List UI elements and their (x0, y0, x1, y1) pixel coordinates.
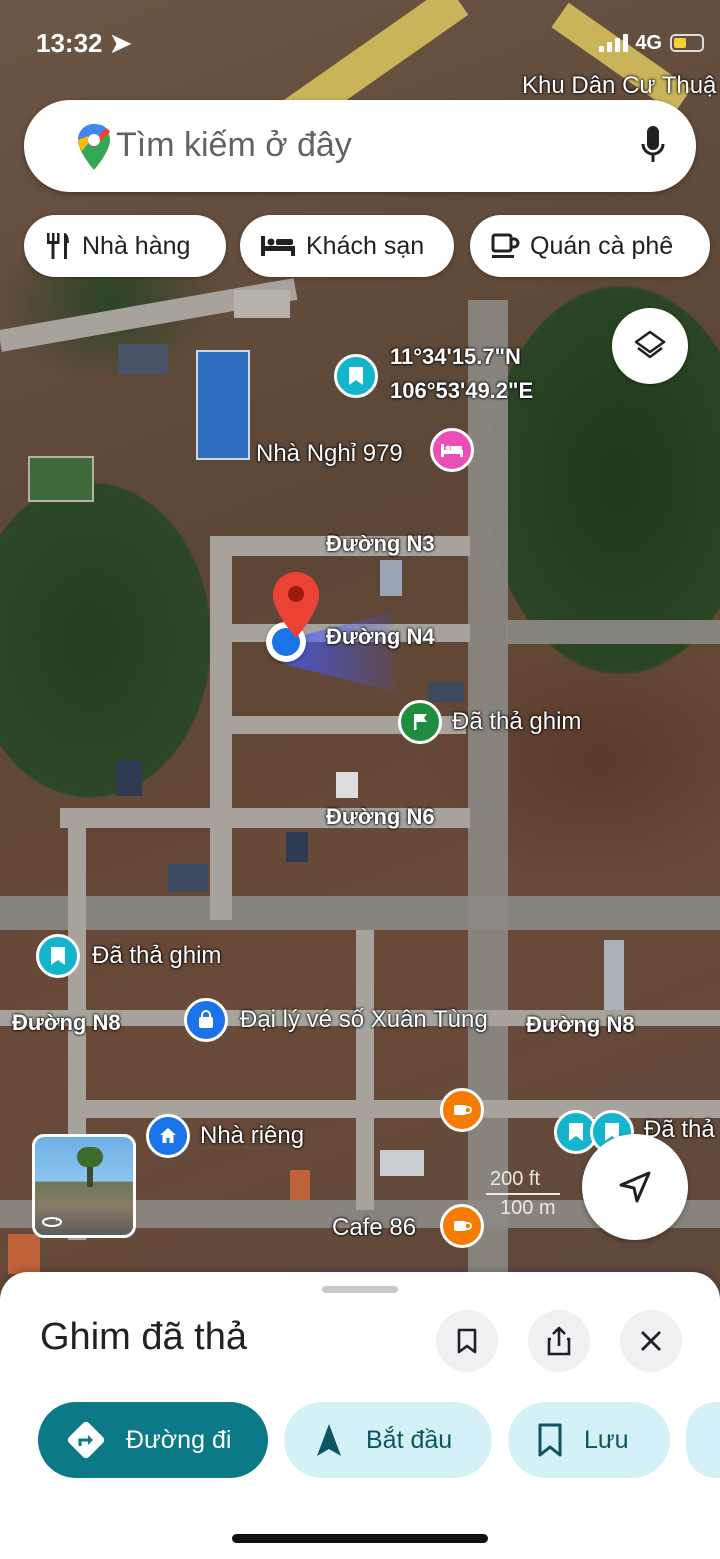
road (356, 930, 374, 1210)
dropped-pin-label[interactable]: Đã thả ghim (92, 942, 221, 970)
close-icon (641, 1331, 661, 1351)
directions-button[interactable]: Đường đi (38, 1402, 268, 1478)
road-label-n3: Đường N3 (326, 531, 435, 556)
status-time: 13:32 ➤ (36, 28, 132, 58)
saved-place-icon[interactable] (36, 934, 80, 978)
pool (196, 350, 250, 460)
chip-label: Nhà hàng (82, 231, 191, 260)
private-house-label[interactable]: Nhà riêng (200, 1122, 304, 1150)
chip-restaurants[interactable]: Nhà hàng (24, 215, 226, 277)
map-scale: 200 ft 100 m (486, 1168, 560, 1220)
building (380, 560, 402, 596)
road (0, 896, 720, 930)
layers-icon (634, 330, 666, 359)
coords-line2: 106°53'49.2"E (390, 378, 534, 403)
road-label-n8: Đường N8 (526, 1012, 635, 1037)
rotate-360-icon (41, 1209, 63, 1231)
building (336, 772, 358, 798)
navigation-arrow-icon (317, 1424, 341, 1456)
map-view[interactable]: 11°34'15.7"N 106°53'49.2"E Khu Dân Cư Th… (0, 0, 720, 1300)
start-label: Bắt đầu (366, 1425, 453, 1454)
building (604, 940, 624, 1010)
street-view-thumbnail[interactable] (32, 1134, 136, 1238)
scale-ft: 200 ft (486, 1168, 560, 1195)
save-button[interactable]: Lưu (508, 1402, 670, 1478)
chip-hotels[interactable]: Khách sạn (240, 215, 454, 277)
battery-icon (670, 34, 704, 52)
save-icon-button[interactable] (436, 1310, 498, 1372)
directions-icon (67, 1421, 105, 1459)
start-button[interactable]: Bắt đầu (284, 1402, 492, 1478)
layers-button[interactable] (612, 308, 688, 384)
building (8, 1234, 40, 1274)
building (286, 832, 308, 862)
building (380, 1150, 424, 1176)
road-label-n6: Đường N6 (326, 804, 435, 829)
coffee-icon (491, 233, 520, 258)
network-type: 4G (635, 32, 662, 54)
lottery-shop-label[interactable]: Đại lý vé số Xuân Tùng (240, 1006, 488, 1034)
restaurant-icon (47, 233, 69, 259)
microphone-icon[interactable] (640, 124, 666, 166)
close-button[interactable] (620, 1310, 682, 1372)
building (290, 1170, 310, 1200)
hotel-icon (261, 236, 295, 256)
search-placeholder[interactable]: Tìm kiếm ở đây (116, 126, 352, 165)
my-location-button[interactable] (582, 1134, 688, 1240)
chip-cafes[interactable]: Quán cà phê (470, 215, 710, 277)
save-label: Lưu (584, 1425, 629, 1454)
road (210, 540, 232, 920)
building (234, 290, 290, 318)
directions-label: Đường đi (126, 1425, 232, 1454)
bookmark-icon (538, 1423, 562, 1457)
road-label-n8: Đường N8 (12, 1010, 121, 1035)
scale-m: 100 m (500, 1197, 556, 1219)
coffee-icon[interactable] (440, 1204, 484, 1248)
road-label-n4: Đường N4 (326, 624, 435, 649)
google-maps-logo-icon (78, 124, 110, 170)
search-bar[interactable]: Tìm kiếm ở đây (24, 100, 696, 192)
dropped-pin-label[interactable]: Đã thả ghim (452, 708, 581, 736)
cafe-label[interactable]: Cafe 86 (332, 1214, 416, 1242)
sheet-drag-handle[interactable] (322, 1286, 398, 1293)
building (168, 864, 208, 892)
building (118, 344, 168, 374)
road (468, 300, 508, 1300)
flag-icon[interactable] (398, 700, 442, 744)
sheet-title: Ghim đã thả (40, 1316, 247, 1358)
bookmark-icon (457, 1328, 477, 1354)
home-indicator (232, 1534, 488, 1543)
more-actions-button[interactable] (686, 1402, 720, 1478)
building (116, 760, 142, 796)
share-button[interactable] (528, 1310, 590, 1372)
navigation-arrow-icon (619, 1171, 651, 1203)
red-pin-icon[interactable] (270, 570, 322, 640)
place-sheet[interactable]: Ghim đã thả Đường đi Bắt đầu Lưu (0, 1272, 720, 1559)
home-icon[interactable] (146, 1114, 190, 1158)
motel-label[interactable]: Nhà Nghỉ 979 (256, 440, 403, 468)
hotel-icon[interactable] (430, 428, 474, 472)
chip-label: Khách sạn (306, 231, 425, 260)
location-arrow-icon: ➤ (109, 28, 132, 58)
coords-line1: 11°34'15.7"N (390, 344, 521, 369)
road (506, 620, 720, 644)
field (28, 456, 94, 502)
signal-icon (599, 34, 628, 52)
shopping-bag-icon[interactable] (184, 998, 228, 1042)
building (428, 682, 464, 702)
saved-place-icon[interactable] (334, 354, 378, 398)
coffee-icon[interactable] (440, 1088, 484, 1132)
chip-label: Quán cà phê (530, 231, 674, 260)
share-icon (547, 1326, 571, 1356)
status-bar: 13:32 ➤ 4G (0, 0, 720, 90)
